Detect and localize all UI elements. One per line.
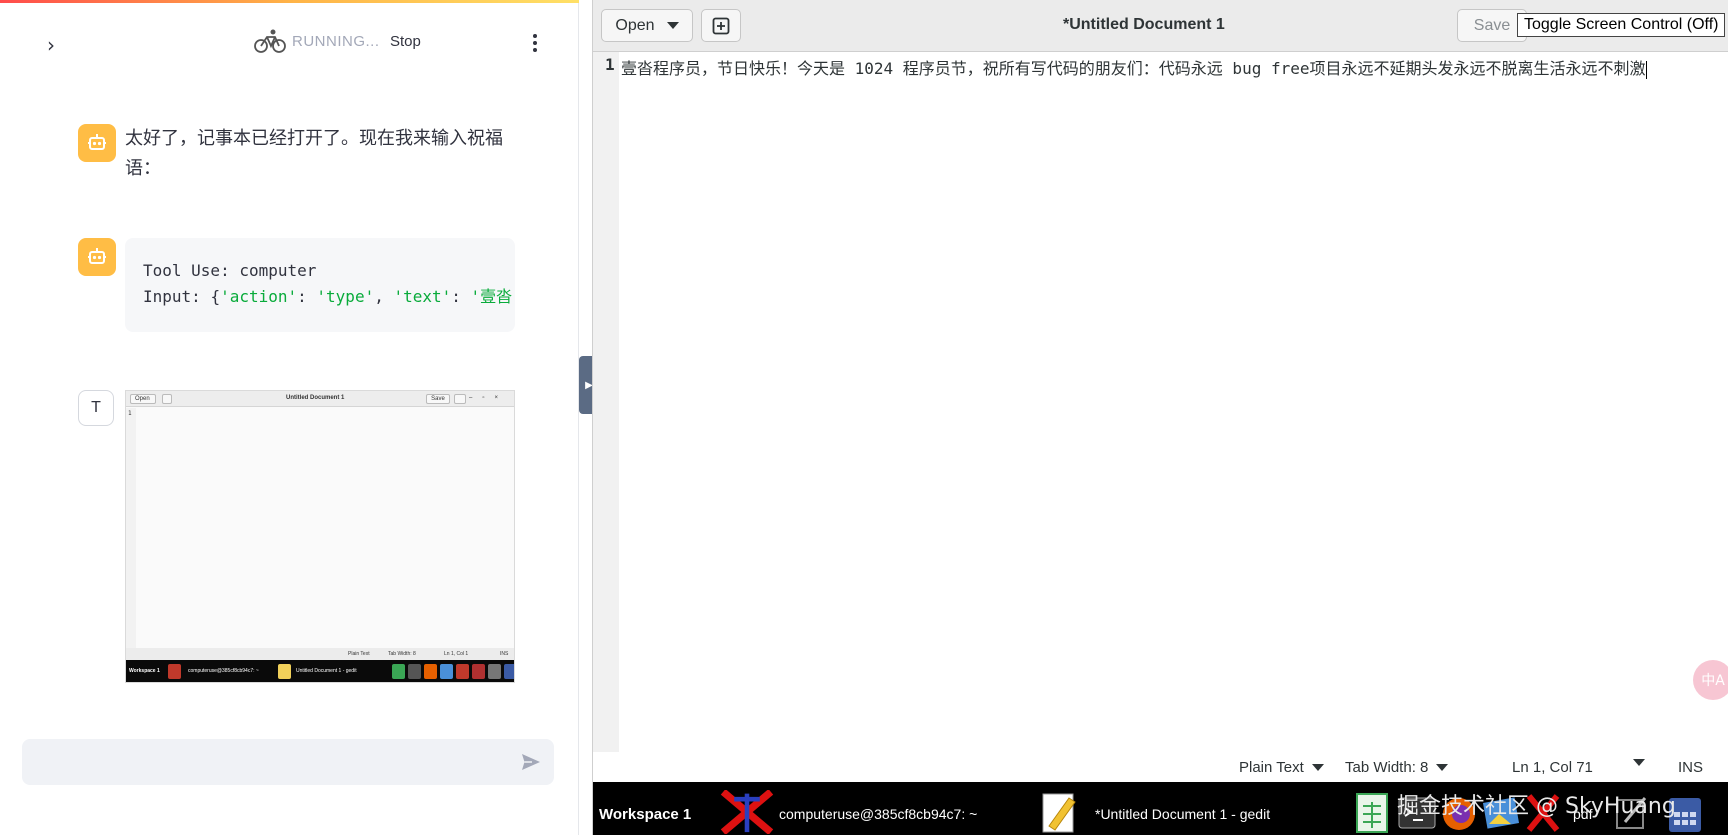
ime-indicator[interactable]: 中A — [1693, 660, 1728, 700]
line-number: 1 — [605, 55, 615, 74]
insert-mode-label: INS — [1678, 759, 1704, 776]
thumb-status-language: Plain Text — [348, 651, 370, 657]
gedit-statusbar: Plain Text Tab Width: 8 Ln 1, Col 71 INS — [593, 752, 1728, 782]
gedit-headerbar: Open *Untitled Document 1 Save Toggle Sc… — [593, 0, 1728, 52]
line-number-gutter — [593, 52, 619, 752]
thumb-x2-icon — [456, 664, 469, 679]
chevron-right-icon[interactable]: › — [40, 33, 62, 57]
thumb-open-button: Open — [130, 394, 156, 404]
robot-icon — [78, 238, 116, 276]
watermark: 掘金技术社区 @ SkyHuang — [1397, 794, 1676, 819]
text-editor-icon[interactable] — [1039, 790, 1079, 834]
position-dropdown[interactable] — [1633, 759, 1645, 766]
thumb-save-button: Save — [426, 394, 450, 404]
user-avatar: T — [78, 390, 114, 426]
tool-input-key: Input: — [143, 287, 201, 306]
send-icon[interactable] — [520, 751, 542, 773]
document-title: *Untitled Document 1 — [1063, 16, 1225, 33]
cursor-position-label: Ln 1, Col 71 — [1512, 759, 1593, 776]
input-action-value: 'type' — [316, 287, 375, 306]
chevron-down-icon — [1633, 759, 1645, 766]
thumb-gutter: 1 — [126, 408, 136, 648]
screenshot-thumbnail[interactable]: Open Untitled Document 1 Save –▫× 1 Plai… — [125, 390, 515, 683]
x-logo-icon[interactable] — [715, 790, 779, 834]
thumb-headerbar: Open Untitled Document 1 Save –▫× — [126, 391, 514, 407]
chat-panel: › RUNNING... Stop 太好了，记事本已经打开了。现在我来输入祝福语… — [0, 0, 579, 835]
chevron-down-icon — [666, 22, 679, 29]
language-selector[interactable]: Plain Text — [1239, 759, 1324, 776]
tool-use-line: Tool Use: computer — [143, 258, 497, 284]
thumb-statusbar: Plain Text Tab Width: 8 Ln 1, Col 1 INS — [126, 648, 514, 660]
insert-mode: INS — [1678, 759, 1703, 776]
bicycle-icon — [254, 29, 286, 53]
thumb-title: Untitled Document 1 — [286, 395, 345, 401]
thumb-terminal-icon — [408, 664, 421, 679]
thumb-x-icon — [168, 664, 181, 679]
new-document-icon[interactable] — [701, 9, 741, 42]
thumb-dock-terminal: computeruse@385cf8cb94c7: ~ — [188, 668, 259, 674]
toggle-screen-control-button[interactable]: Toggle Screen Control (Off) — [1517, 13, 1726, 37]
thumb-window-controls-icon: –▫× — [469, 395, 508, 401]
thumb-calculator-icon — [504, 664, 514, 679]
terminal-taskbar-item[interactable]: computeruse@385cf8cb94c7: ~ — [779, 806, 977, 822]
editor-line[interactable]: 壹沓程序员，节日快乐！今天是 1024 程序员节，祝所有写代码的朋友们：代码永远… — [621, 55, 1647, 79]
tool-input-line: Input: {'action': 'type', 'text': '壹沓 — [143, 287, 513, 306]
open-button[interactable]: Open — [601, 9, 693, 42]
thumb-new-icon — [162, 394, 172, 404]
text-editor[interactable]: 1 壹沓程序员，节日快乐！今天是 1024 程序员节，祝所有写代码的朋友们：代码… — [593, 52, 1728, 752]
cursor-position[interactable]: Ln 1, Col 71 — [1512, 759, 1593, 776]
tab-width-label: Tab Width: 8 — [1345, 759, 1429, 776]
assistant-message: 太好了，记事本已经打开了。现在我来输入祝福语： — [125, 128, 503, 179]
robot-icon — [78, 124, 116, 162]
chat-input[interactable] — [22, 739, 554, 785]
tool-use-value: computer — [239, 261, 317, 280]
gedit-taskbar-item[interactable]: *Untitled Document 1 - gedit — [1095, 806, 1270, 822]
tool-use-code-block: Tool Use: computer Input: {'action': 'ty… — [125, 238, 515, 332]
gedit-window: Open *Untitled Document 1 Save Toggle Sc… — [592, 0, 1728, 835]
thumb-image-icon — [440, 664, 453, 679]
thumb-firefox-icon — [424, 664, 437, 679]
tab-width-selector[interactable]: Tab Width: 8 — [1345, 759, 1449, 776]
running-status: RUNNING... — [254, 28, 380, 54]
text-caret — [1645, 60, 1647, 79]
thumb-edit-icon — [488, 664, 501, 679]
workspace-label[interactable]: Workspace 1 — [599, 806, 691, 823]
chevron-down-icon — [1311, 764, 1324, 771]
input-action-key: 'action' — [220, 287, 298, 306]
stop-button[interactable]: Stop — [390, 33, 421, 50]
thumb-gedit-icon — [278, 664, 291, 679]
tool-use-key: Tool Use: — [143, 261, 230, 280]
open-label: Open — [615, 16, 655, 34]
taskbar: Workspace 1 computeruse@385cf8cb94c7: ~ … — [593, 782, 1728, 835]
editor-line-text: 壹沓程序员，节日快乐！今天是 1024 程序员节，祝所有写代码的朋友们：代码永远… — [621, 59, 1646, 78]
thumb-status-position: Ln 1, Col 1 — [444, 651, 469, 657]
spreadsheet-icon[interactable] — [1353, 790, 1393, 834]
thumb-pdf-icon — [472, 664, 485, 679]
thumb-dock: Workspace 1 computeruse@385cf8cb94c7: ~ … — [126, 660, 514, 682]
thumb-status-mode: INS — [500, 651, 509, 657]
input-text-value: '壹沓 — [470, 287, 513, 306]
screen: › RUNNING... Stop 太好了，记事本已经打开了。现在我来输入祝福语… — [0, 0, 1728, 835]
running-label: RUNNING... — [292, 32, 380, 50]
kebab-menu-icon[interactable] — [526, 30, 544, 56]
chevron-down-icon — [1436, 764, 1449, 771]
thumb-spreadsheet-icon — [392, 664, 405, 679]
input-text-key: 'text' — [393, 287, 452, 306]
thumb-menu-icon — [454, 394, 466, 404]
thumb-dock-workspace: Workspace 1 — [129, 668, 160, 674]
language-label: Plain Text — [1239, 759, 1304, 776]
top-accent-bar — [0, 0, 579, 3]
thumb-status-tab: Tab Width: 8 — [388, 651, 416, 657]
thumb-dock-gedit: Untitled Document 1 - gedit — [296, 668, 357, 674]
